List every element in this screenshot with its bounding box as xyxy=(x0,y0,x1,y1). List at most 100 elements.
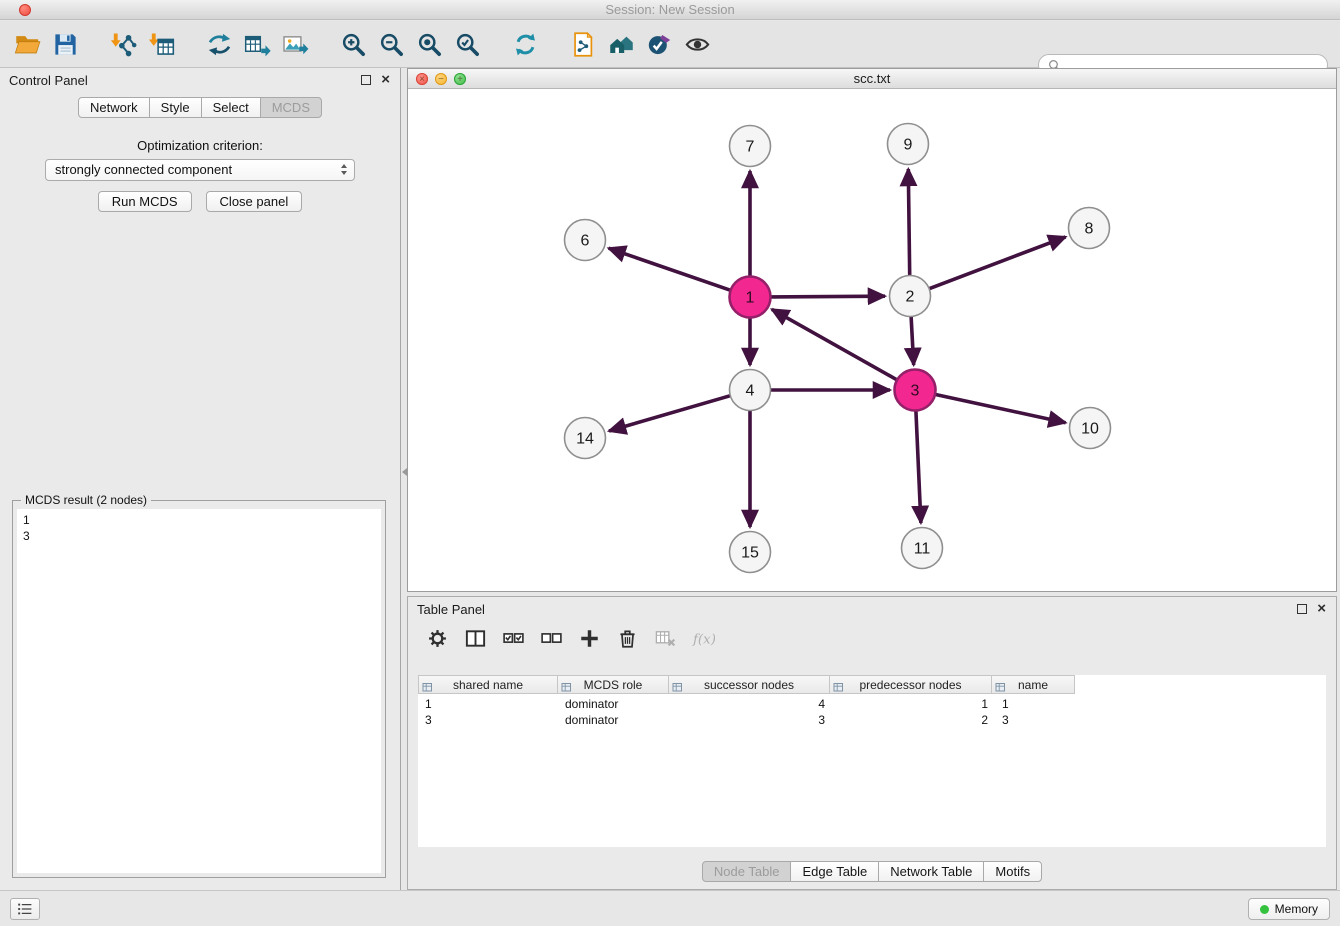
window-title: Session: New Session xyxy=(0,0,1340,20)
apply-style-button[interactable] xyxy=(640,25,678,63)
column-header-successor-nodes[interactable]: successor nodes xyxy=(668,675,830,694)
network-node-8[interactable]: 8 xyxy=(1069,208,1110,249)
network-node-14[interactable]: 14 xyxy=(565,418,606,459)
export-network-button[interactable] xyxy=(200,25,238,63)
column-header-mcds-role[interactable]: MCDS role xyxy=(557,675,669,694)
zoom-out-icon xyxy=(378,31,405,58)
close-panel-icon[interactable]: × xyxy=(381,74,390,85)
task-history-button[interactable] xyxy=(10,898,40,920)
tab-network[interactable]: Network xyxy=(78,97,150,118)
tab-mcds[interactable]: MCDS xyxy=(260,97,322,118)
network-close-icon[interactable]: × xyxy=(416,73,428,85)
mcds-result-text[interactable]: 1 3 xyxy=(17,509,381,873)
network-minimize-icon[interactable]: − xyxy=(435,73,447,85)
network-edge-4-14[interactable] xyxy=(609,396,730,431)
column-header-predecessor-nodes[interactable]: predecessor nodes xyxy=(829,675,992,694)
network-edge-3-10[interactable] xyxy=(935,394,1066,422)
network-edge-2-8[interactable] xyxy=(929,237,1065,289)
network-node-10[interactable]: 10 xyxy=(1070,408,1111,449)
table-row[interactable]: 1dominator411 xyxy=(418,696,1079,712)
toolbar-separator xyxy=(180,44,200,45)
import-table-button[interactable] xyxy=(142,25,180,63)
network-zoom-icon[interactable]: + xyxy=(454,73,466,85)
network-node-15[interactable]: 15 xyxy=(730,532,771,573)
tab-motifs[interactable]: Motifs xyxy=(983,861,1042,882)
columns-button[interactable] xyxy=(460,623,490,653)
mcds-buttons-row: Run MCDS Close panel xyxy=(0,191,400,212)
add-column-button[interactable] xyxy=(574,623,604,653)
tab-network-table[interactable]: Network Table xyxy=(878,861,984,882)
network-node-1[interactable]: 1 xyxy=(730,277,771,318)
deselect-all-button[interactable] xyxy=(536,623,566,653)
save-session-icon xyxy=(52,31,79,58)
network-edge-3-1[interactable] xyxy=(772,309,897,380)
run-mcds-button[interactable]: Run MCDS xyxy=(98,191,192,212)
zoom-fit-button[interactable] xyxy=(410,25,448,63)
task-list-icon xyxy=(16,901,34,917)
network-node-6[interactable]: 6 xyxy=(565,220,606,261)
table-cell[interactable]: 1 xyxy=(832,696,995,712)
float-panel-icon[interactable] xyxy=(1297,604,1307,614)
optimization-criterion-dropdown[interactable]: strongly connected component xyxy=(45,159,355,181)
table-row[interactable]: 3dominator323 xyxy=(418,712,1079,728)
network-edge-1-2[interactable] xyxy=(771,296,886,297)
export-table-button[interactable] xyxy=(238,25,276,63)
network-edge-2-9[interactable] xyxy=(908,169,909,276)
column-edit-icon xyxy=(422,680,433,691)
memory-button[interactable]: Memory xyxy=(1248,898,1330,920)
window-close-button[interactable] xyxy=(19,4,31,16)
first-neighbors-icon xyxy=(608,31,635,58)
tab-node-table[interactable]: Node Table xyxy=(702,861,792,882)
import-network-button[interactable] xyxy=(104,25,142,63)
open-session-button[interactable] xyxy=(8,25,46,63)
save-session-button[interactable] xyxy=(46,25,84,63)
table-cell[interactable]: dominator xyxy=(558,712,670,728)
table-cell[interactable]: 3 xyxy=(670,712,832,728)
close-panel-icon[interactable]: × xyxy=(1317,603,1326,614)
network-node-7[interactable]: 7 xyxy=(730,126,771,167)
tab-select[interactable]: Select xyxy=(201,97,261,118)
table-cell[interactable]: 3 xyxy=(418,712,558,728)
table-cell[interactable]: dominator xyxy=(558,696,670,712)
new-network-from-selection-button[interactable] xyxy=(564,25,602,63)
settings-icon xyxy=(426,627,449,650)
network-node-2[interactable]: 2 xyxy=(890,276,931,317)
apply-layout-button[interactable] xyxy=(506,25,544,63)
table-cell[interactable]: 1 xyxy=(995,696,1079,712)
table-cell[interactable]: 4 xyxy=(670,696,832,712)
network-node-11[interactable]: 11 xyxy=(902,528,943,569)
delete-column-button[interactable] xyxy=(612,623,642,653)
network-edge-2-3[interactable] xyxy=(911,317,914,366)
show-graphics-details-button[interactable] xyxy=(678,25,716,63)
first-neighbors-button[interactable] xyxy=(602,25,640,63)
toolbar-separator xyxy=(314,44,334,45)
svg-text:14: 14 xyxy=(576,431,594,448)
column-header-shared-name[interactable]: shared name xyxy=(418,675,558,694)
svg-text:f(x): f(x) xyxy=(692,632,715,647)
network-edge-3-11[interactable] xyxy=(916,411,921,524)
close-panel-button[interactable]: Close panel xyxy=(206,191,303,212)
float-panel-icon[interactable] xyxy=(361,75,371,85)
mcds-result-title: MCDS result (2 nodes) xyxy=(21,493,151,507)
table-cell[interactable]: 2 xyxy=(832,712,995,728)
network-canvas[interactable]: 7 9 6 8 1 2 4 3 14 10 15 11 xyxy=(408,89,1336,591)
settings-button[interactable] xyxy=(422,623,452,653)
table-cell[interactable]: 3 xyxy=(995,712,1079,728)
zoom-selected-button[interactable] xyxy=(448,25,486,63)
tab-edge-table[interactable]: Edge Table xyxy=(790,861,879,882)
network-node-4[interactable]: 4 xyxy=(730,370,771,411)
select-all-button[interactable] xyxy=(498,623,528,653)
tab-style[interactable]: Style xyxy=(149,97,202,118)
column-header-label: successor nodes xyxy=(704,678,794,692)
zoom-out-button[interactable] xyxy=(372,25,410,63)
network-node-9[interactable]: 9 xyxy=(888,124,929,165)
network-node-3[interactable]: 3 xyxy=(895,370,936,411)
network-edge-1-6[interactable] xyxy=(609,248,731,290)
application-window: Session: New Session Control Panel × Net… xyxy=(0,0,1340,926)
export-image-button[interactable] xyxy=(276,25,314,63)
column-header-name[interactable]: name xyxy=(991,675,1075,694)
zoom-in-button[interactable] xyxy=(334,25,372,63)
column-edit-icon xyxy=(672,680,683,691)
table-cell[interactable]: 1 xyxy=(418,696,558,712)
network-window-titlebar[interactable]: × − + scc.txt xyxy=(408,69,1336,89)
